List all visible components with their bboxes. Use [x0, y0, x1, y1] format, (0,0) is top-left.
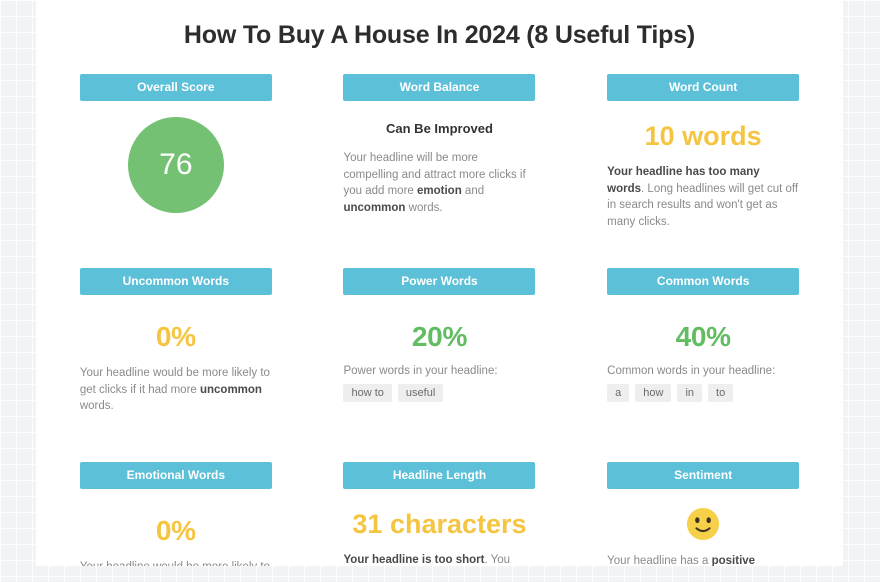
slightly-smiling-face-icon [687, 507, 720, 541]
page-title: How To Buy A House In 2024 (8 Useful Tip… [183, 21, 696, 49]
desc-emphasis-uncommon: uncommon [343, 202, 406, 215]
word-chip: to [708, 384, 734, 402]
card-title-word-balance: Word Balance [343, 74, 536, 101]
uncommon-words-value: 0% [155, 321, 196, 352]
headline-analyzer-report: How To Buy A House In 2024 (8 Useful Tip… [36, 0, 843, 566]
card-title-emotional-words: Emotional Words [79, 462, 272, 489]
card-title-sentiment: Sentiment [607, 462, 800, 489]
word-balance-description: Your headline will be more compelling an… [343, 150, 535, 217]
word-chip: a [607, 384, 630, 402]
power-words-value: 20% [411, 321, 468, 352]
common-words-chip-list: a how in to [607, 384, 799, 402]
card-sentiment: Sentiment Your headline has a positive s… [571, 462, 835, 566]
word-chip: how [635, 384, 672, 402]
card-body-common-words: 40% Common words in your headline: a how i… [607, 323, 799, 402]
desc-emphasis-emotion: emotion [417, 185, 462, 198]
card-body-word-count: 10 words Your headline has too many word… [607, 123, 799, 231]
word-balance-verdict: Can Be Improved [386, 121, 493, 136]
desc-text-2: words. [79, 400, 114, 413]
desc-text-2: and [461, 185, 485, 198]
card-word-count: Word Count 10 words Your headline has to… [571, 74, 835, 244]
card-title-common-words: Common Words [607, 268, 800, 295]
card-common-words: Common Words 40% Common words in your he… [571, 268, 835, 438]
card-word-balance: Word Balance Can Be Improved Your headli… [308, 74, 572, 244]
word-chip: how to [343, 384, 392, 402]
card-headline-length: Headline Length 31 characters Your headl… [308, 462, 572, 566]
desc-text: Your headline has a [607, 555, 712, 566]
word-chip: useful [397, 384, 444, 402]
power-words-chip-list: how to useful [343, 384, 535, 402]
card-title-power-words: Power Words [343, 268, 536, 295]
metrics-row-2: Uncommon Words 0% Your headline would be… [36, 244, 843, 438]
score-value: 76 [127, 117, 224, 213]
uncommon-words-description: Your headline would be more likely to ge… [80, 365, 272, 415]
common-words-value: 40% [675, 321, 731, 352]
card-body-overall-score: 76 [80, 117, 272, 213]
common-words-chip-label: Common words in your headline: [607, 365, 776, 377]
card-title-headline-length: Headline Length [343, 462, 536, 489]
card-emotional-words: Emotional Words 0% Your headline would b… [44, 462, 308, 566]
card-body-power-words: 20% Power words in your headline: how to… [343, 323, 535, 402]
card-power-words: Power Words 20% Power words in your head… [308, 268, 572, 438]
headline-length-description: Your headline is too short. You have spa… [343, 552, 535, 566]
power-words-chip-label: Power words in your headline: [343, 365, 498, 377]
sentiment-indicator [607, 507, 799, 541]
word-count-description: Your headline has too many words. Long h… [607, 164, 799, 231]
card-body-headline-length: 31 characters Your headline is too short… [343, 509, 535, 567]
sentiment-description: Your headline has a positive sentiment. … [607, 553, 799, 566]
desc-text: Your headline would be more likely to ge… [80, 561, 270, 566]
desc-emphasis-tooshort: Your headline is too short [343, 554, 485, 566]
card-title-word-count: Word Count [607, 74, 800, 101]
card-body-word-balance: Can Be Improved Your headline will be mo… [343, 121, 535, 217]
headline-length-value: 31 characters [352, 509, 527, 539]
card-title-uncommon-words: Uncommon Words [79, 268, 272, 295]
card-uncommon-words: Uncommon Words 0% Your headline would be… [44, 268, 308, 438]
card-body-emotional-words: 0% Your headline would be more likely to… [80, 515, 272, 567]
word-chip: in [677, 384, 703, 402]
emotional-words-description: Your headline would be more likely to ge… [80, 559, 272, 566]
emotional-words-value: 0% [155, 515, 196, 546]
metrics-row-1: Overall Score 76 Word Balance Can Be Imp… [36, 50, 843, 244]
desc-text-3: words. [405, 202, 443, 215]
card-body-uncommon-words: 0% Your headline would be more likely to… [80, 323, 272, 415]
desc-emphasis-uncommon: uncommon [199, 383, 262, 396]
card-overall-score: Overall Score 76 [44, 74, 308, 244]
card-body-sentiment: Your headline has a positive sentiment. … [607, 507, 799, 566]
word-count-value: 10 words [644, 121, 762, 151]
metrics-row-3: Emotional Words 0% Your headline would b… [36, 438, 843, 566]
card-title-overall-score: Overall Score [79, 74, 272, 101]
score-gauge: 76 [80, 117, 272, 213]
